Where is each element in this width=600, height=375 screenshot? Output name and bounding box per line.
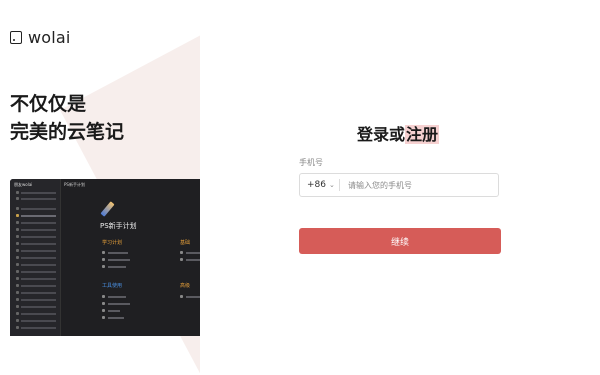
slogan: 不仅仅是 完美的云笔记 [10, 90, 124, 146]
preview-sidebar: 朋友wolai [10, 179, 61, 336]
phone-input[interactable] [346, 179, 490, 191]
wolai-logo-icon [10, 31, 22, 44]
phone-label: 手机号 [299, 158, 323, 167]
preview-section-advanced: 高级 [180, 283, 191, 289]
preview-sidebar-item [16, 242, 56, 245]
preview-line [180, 251, 200, 254]
pen-emoji-icon [100, 201, 115, 217]
login-title: 登录或注册 [357, 121, 440, 145]
preview-sidebar-item [16, 284, 56, 287]
preview-sidebar-item [16, 270, 56, 273]
continue-button[interactable]: 继续 [299, 228, 501, 254]
left-panel: wolai 不仅仅是 完美的云笔记 朋友wolai PS新手计划 PS新手计划 … [0, 0, 200, 375]
preview-line [102, 309, 120, 312]
preview-sidebar-item [16, 228, 56, 231]
preview-sidebar-item [16, 291, 56, 294]
country-code-select[interactable]: +86 ⌄ [300, 179, 340, 191]
preview-line [102, 295, 126, 298]
preview-sidebar-item [16, 214, 56, 217]
preview-sidebar-item [16, 298, 56, 301]
preview-sidebar-item [16, 197, 56, 200]
preview-sidebar-item [16, 312, 56, 315]
preview-sidebar-item [16, 256, 56, 259]
preview-sidebar-item [16, 221, 56, 224]
preview-sidebar-item [16, 277, 56, 280]
preview-sidebar-item [16, 249, 56, 252]
chevron-down-icon: ⌄ [329, 181, 335, 189]
preview-line [102, 258, 130, 261]
country-code-value: +86 [307, 180, 326, 190]
slogan-line-1: 不仅仅是 [10, 93, 87, 115]
logo-text: wolai [28, 28, 71, 47]
preview-line [102, 265, 126, 268]
brand-logo[interactable]: wolai [10, 28, 71, 47]
preview-section-basic: 基础 [180, 240, 191, 246]
phone-field: +86 ⌄ [299, 173, 499, 197]
preview-sidebar-item [16, 191, 56, 194]
preview-section-learning: 学习计划 [102, 240, 123, 246]
preview-sidebar-item [16, 326, 56, 329]
preview-line [180, 295, 200, 298]
preview-line [102, 302, 130, 305]
preview-sidebar-item [16, 235, 56, 238]
preview-workspace-name: 朋友wolai [14, 182, 33, 187]
preview-breadcrumb: PS新手计划 [64, 182, 85, 187]
preview-sidebar-item [16, 263, 56, 266]
app-preview-image: 朋友wolai PS新手计划 PS新手计划 学习计划 基础 工具使用 高级 [10, 179, 200, 336]
preview-line [102, 251, 128, 254]
preview-line [102, 316, 124, 319]
preview-page-title: PS新手计划 [100, 222, 137, 230]
login-title-highlight: 注册 [405, 125, 440, 144]
preview-section-tools: 工具使用 [102, 283, 123, 289]
slogan-line-2: 完美的云笔记 [10, 121, 125, 143]
preview-sidebar-item [16, 319, 56, 322]
preview-line [180, 258, 200, 261]
login-title-plain: 登录或 [357, 125, 406, 144]
preview-sidebar-item [16, 305, 56, 308]
preview-sidebar-item [16, 207, 56, 210]
